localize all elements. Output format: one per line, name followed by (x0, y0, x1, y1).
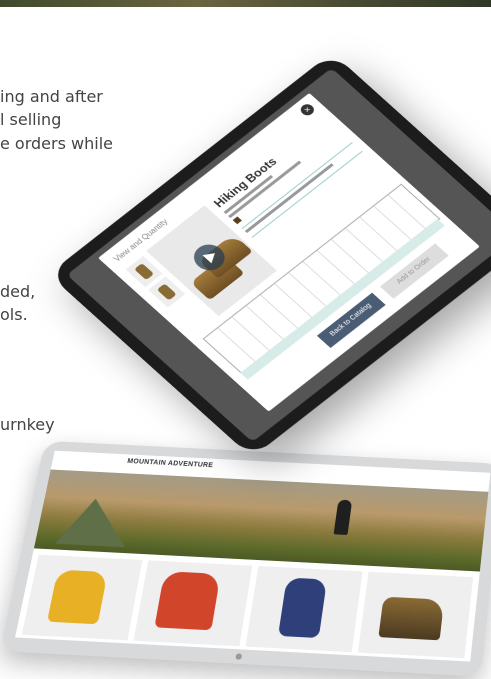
copy-line-2: l selling (0, 110, 62, 129)
store-logo[interactable]: MOUNTAIN ADVENTURE (127, 458, 214, 469)
close-icon[interactable]: × (298, 102, 317, 118)
storefront-tablet: MOUNTAIN ADVENTURE (0, 440, 491, 677)
backpack-image (277, 577, 328, 639)
copy-line-1: ing and after (0, 87, 103, 106)
red-jacket-image (154, 571, 221, 631)
color-swatch[interactable] (232, 216, 242, 225)
tablet-screen: View and Quantity × Hiking Boots Back to… (66, 67, 491, 443)
copy-line-4: ded, (0, 282, 36, 301)
hero-banner (33, 469, 489, 572)
order-tablet: View and Quantity × Hiking Boots Back to… (48, 52, 491, 458)
product-tile-backpack[interactable] (245, 566, 363, 653)
yellow-jacket-image (47, 569, 108, 625)
boots-image (378, 596, 445, 641)
copy-line-6: urnkey (0, 415, 55, 434)
copy-line-3: e orders while (0, 134, 113, 153)
storefront-screen: MOUNTAIN ADVENTURE (15, 450, 491, 662)
product-tile-yellow-jacket[interactable] (21, 554, 143, 641)
hiker-silhouette (333, 499, 353, 536)
product-tile-boots[interactable] (357, 571, 474, 659)
product-name: Hiking Boots (210, 154, 280, 210)
top-photo-strip (0, 0, 491, 7)
product-tile-red-jacket[interactable] (133, 560, 253, 647)
tent-illustration (55, 497, 133, 547)
copy-line-5: ols. (0, 305, 28, 324)
